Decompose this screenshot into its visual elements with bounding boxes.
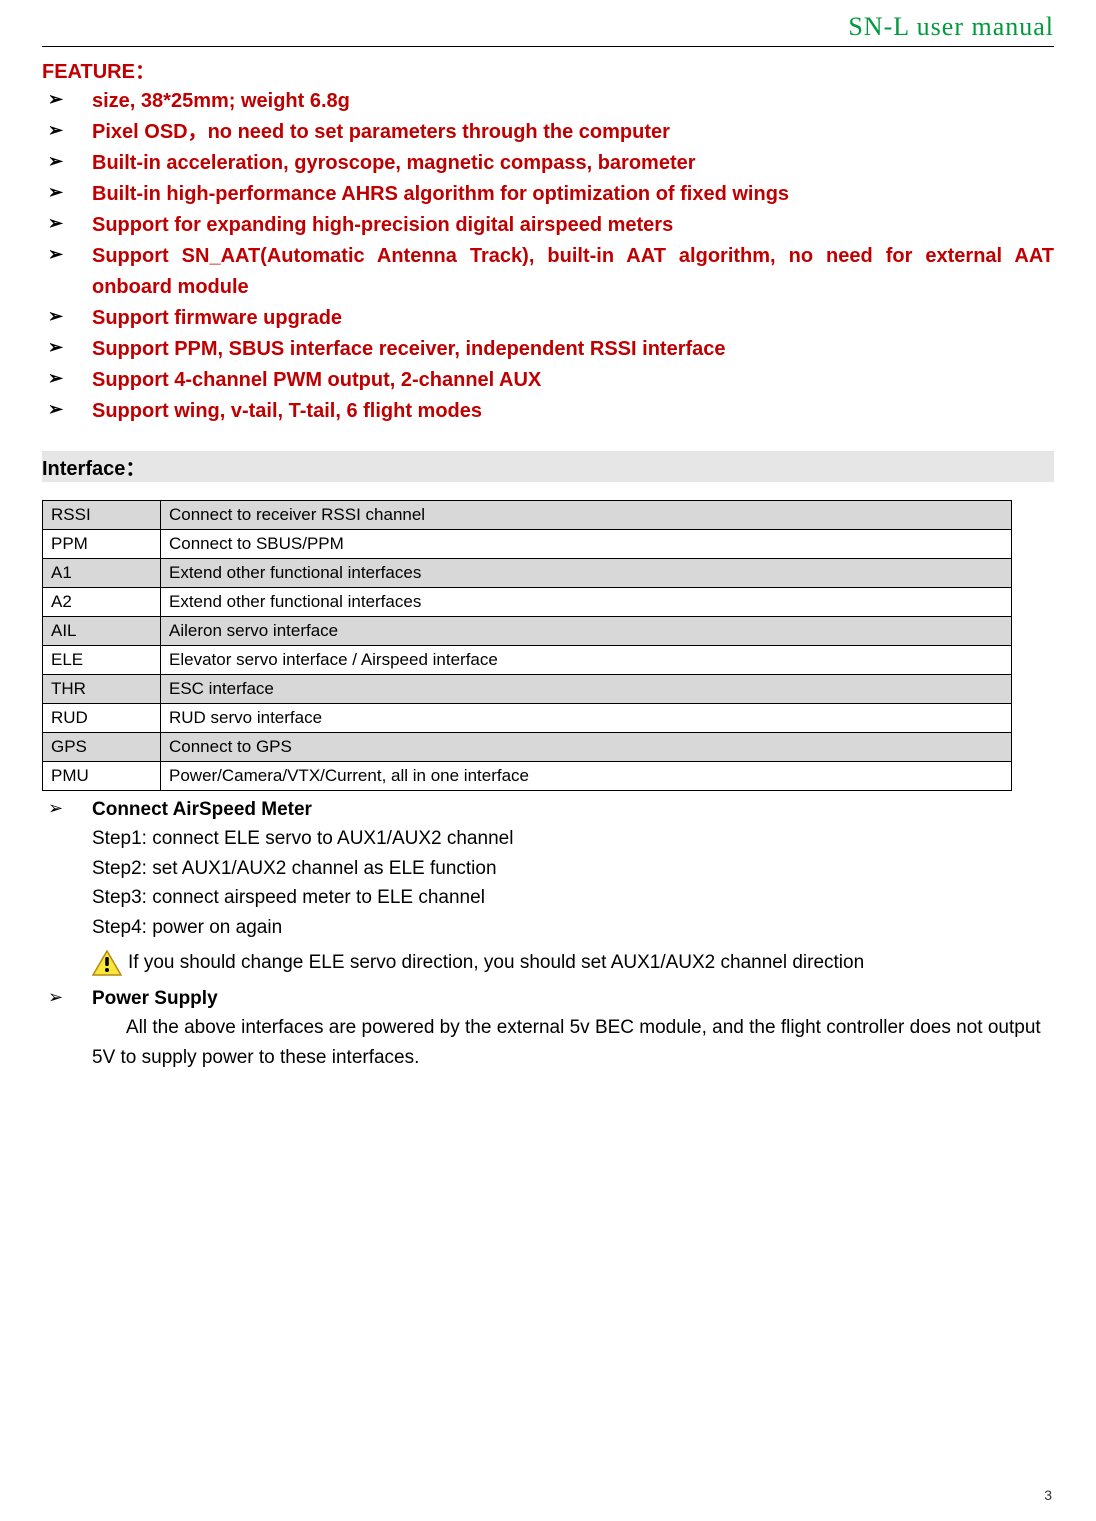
chevron-right-icon: ➢ [48, 396, 63, 424]
feature-item: Support wing, v-tail, T-tail, 6 flight m… [92, 400, 482, 422]
list-item: ➢ Power Supply All the above interfaces … [42, 984, 1054, 1072]
power-text-2: 5V to supply power to these interfaces. [92, 1043, 1054, 1072]
feature-item: Support firmware upgrade [92, 307, 342, 329]
chevron-right-icon: ➢ [48, 210, 63, 238]
list-item: ➢ Connect AirSpeed Meter Step1: connect … [42, 795, 1054, 978]
table-row: THRESC interface [43, 675, 1012, 704]
iface-label: THR [43, 675, 161, 704]
chevron-right-icon: ➢ [48, 303, 63, 331]
feature-item: size, 38*25mm; weight 6.8g [92, 90, 350, 112]
warning-icon [92, 950, 122, 976]
iface-desc: Extend other functional interfaces [161, 588, 1012, 617]
table-row: A2Extend other functional interfaces [43, 588, 1012, 617]
feature-item: Built-in high-performance AHRS algorithm… [92, 183, 789, 205]
table-row: ELEElevator servo interface / Airspeed i… [43, 646, 1012, 675]
step-line: Step4: power on again [92, 913, 1054, 942]
iface-desc: Extend other functional interfaces [161, 559, 1012, 588]
warning-text: If you should change ELE servo direction… [128, 948, 864, 977]
feature-item: Built-in acceleration, gyroscope, magnet… [92, 152, 696, 174]
iface-desc: Elevator servo interface / Airspeed inte… [161, 646, 1012, 675]
chevron-right-icon: ➢ [48, 365, 63, 393]
iface-desc: Power/Camera/VTX/Current, all in one int… [161, 762, 1012, 791]
step-line: Step1: connect ELE servo to AUX1/AUX2 ch… [92, 824, 1054, 853]
chevron-right-icon: ➢ [48, 334, 63, 362]
feature-item: Support 4-channel PWM output, 2-channel … [92, 369, 541, 391]
interface-heading: Interface： [42, 451, 1054, 482]
iface-desc: Connect to receiver RSSI channel [161, 501, 1012, 530]
document-title: SN-L user manual [848, 12, 1054, 41]
iface-desc: Connect to GPS [161, 733, 1012, 762]
iface-desc: ESC interface [161, 675, 1012, 704]
feature-heading: FEATURE： [42, 55, 1054, 84]
page-number: 3 [1044, 1487, 1052, 1503]
chevron-right-icon: ➢ [48, 117, 63, 145]
interface-table: RSSIConnect to receiver RSSI channel PPM… [42, 500, 1012, 791]
iface-label: AIL [43, 617, 161, 646]
document-header: SN-L user manual [42, 0, 1054, 47]
body-list: ➢ Connect AirSpeed Meter Step1: connect … [42, 795, 1054, 1072]
chevron-right-icon: ➢ [48, 241, 63, 269]
iface-desc: RUD servo interface [161, 704, 1012, 733]
chevron-right-icon: ➢ [48, 179, 63, 207]
table-row: RUDRUD servo interface [43, 704, 1012, 733]
iface-label: A1 [43, 559, 161, 588]
power-title: Power Supply [92, 988, 218, 1009]
iface-label: RUD [43, 704, 161, 733]
table-row: A1Extend other functional interfaces [43, 559, 1012, 588]
iface-desc: Aileron servo interface [161, 617, 1012, 646]
table-row: PPMConnect to SBUS/PPM [43, 530, 1012, 559]
feature-item: Support SN_AAT(Automatic Antenna Track),… [92, 245, 1054, 298]
warning-row: If you should change ELE servo direction… [92, 948, 1054, 977]
feature-item: Pixel OSD，no need to set parameters thro… [92, 121, 670, 143]
table-row: AILAileron servo interface [43, 617, 1012, 646]
iface-label: RSSI [43, 501, 161, 530]
chevron-right-icon: ➢ [48, 795, 63, 823]
power-text-1: All the above interfaces are powered by … [92, 1013, 1054, 1042]
airspeed-title: Connect AirSpeed Meter [92, 799, 312, 820]
table-row: PMUPower/Camera/VTX/Current, all in one … [43, 762, 1012, 791]
iface-label: GPS [43, 733, 161, 762]
feature-item: Support PPM, SBUS interface receiver, in… [92, 338, 726, 360]
iface-label: PMU [43, 762, 161, 791]
iface-label: PPM [43, 530, 161, 559]
chevron-right-icon: ➢ [48, 86, 63, 114]
step-line: Step2: set AUX1/AUX2 channel as ELE func… [92, 854, 1054, 883]
chevron-right-icon: ➢ [48, 984, 63, 1012]
table-row: RSSIConnect to receiver RSSI channel [43, 501, 1012, 530]
chevron-right-icon: ➢ [48, 148, 63, 176]
feature-item: Support for expanding high-precision dig… [92, 214, 673, 236]
iface-desc: Connect to SBUS/PPM [161, 530, 1012, 559]
table-row: GPSConnect to GPS [43, 733, 1012, 762]
iface-label: ELE [43, 646, 161, 675]
feature-list: ➢ size, 38*25mm; weight 6.8g ➢ Pixel OSD，n… [42, 86, 1054, 427]
step-line: Step3: connect airspeed meter to ELE cha… [92, 883, 1054, 912]
iface-label: A2 [43, 588, 161, 617]
